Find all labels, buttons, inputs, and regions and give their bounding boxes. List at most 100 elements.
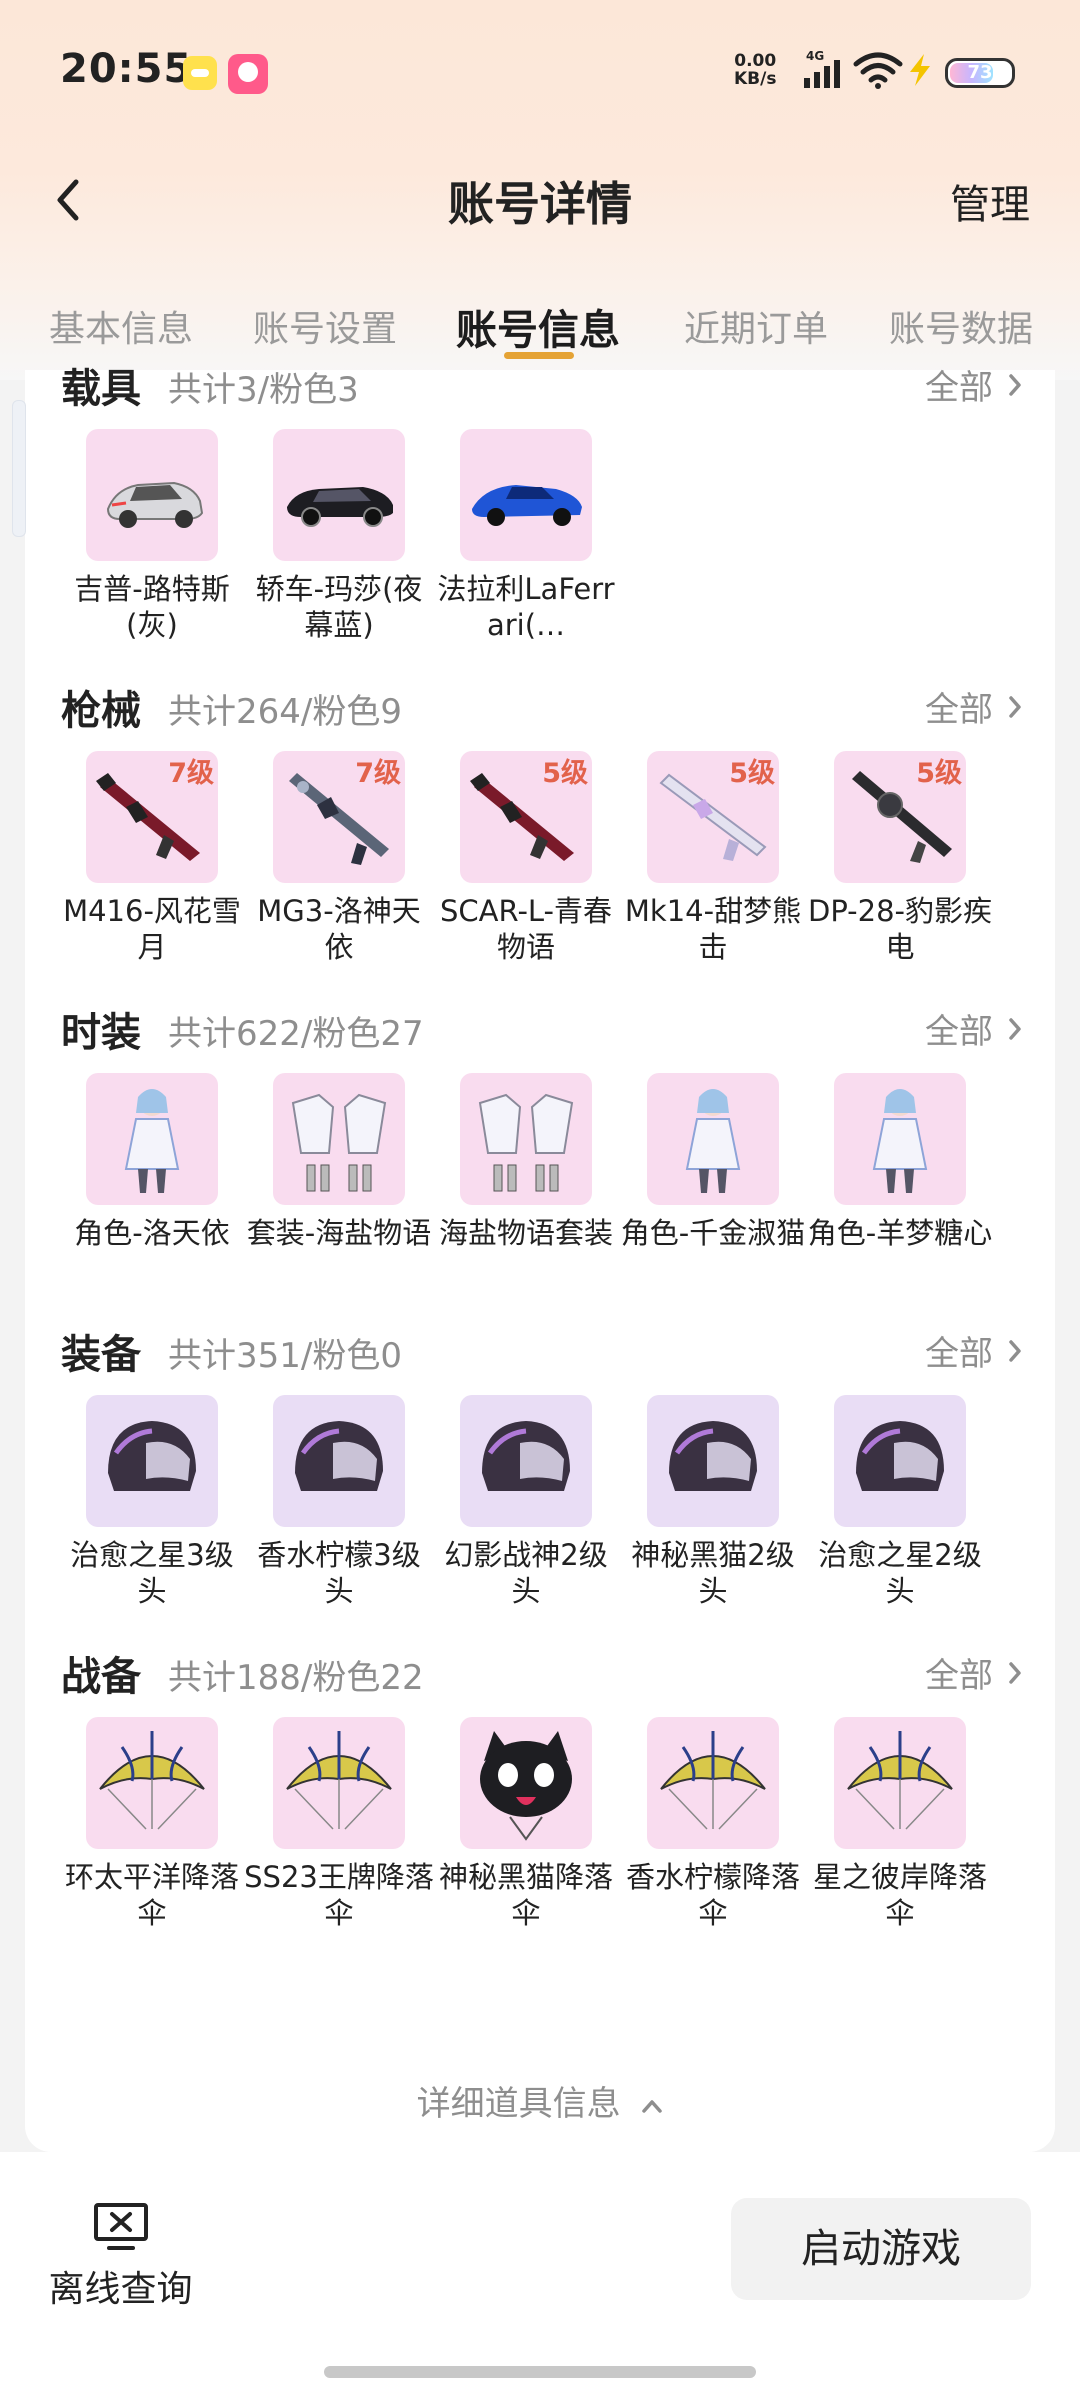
item-card[interactable]: 轿车-玛莎(夜幕蓝) [241, 429, 437, 643]
offline-query-button[interactable]: 离线查询 [48, 2202, 193, 2312]
tab-account-info[interactable]: 账号信息 [456, 296, 620, 356]
manage-button[interactable]: 管理 [950, 172, 1030, 230]
item-card[interactable]: 香水柠檬3级头 [241, 1395, 437, 1609]
item-card[interactable]: 幻影战神2级头 [428, 1395, 624, 1609]
item-card[interactable]: 香水柠檬降落伞 [615, 1717, 811, 1931]
item-card[interactable]: 角色-洛天依 [54, 1073, 250, 1251]
network-type: 4G [806, 49, 824, 63]
net-speed: 0.00 KB/s [734, 52, 776, 88]
item-thumbnail [273, 429, 405, 561]
item-level-badge: 7级 [355, 758, 401, 789]
item-card[interactable]: 5级 DP-28-豹影疾电 [802, 751, 998, 965]
item-thumbnail [86, 1073, 218, 1205]
section-count: 共计3/粉色3 [168, 370, 359, 410]
tab-basic-info[interactable]: 基本信息 [49, 300, 193, 352]
item-card[interactable]: 套装-海盐物语 [241, 1073, 437, 1251]
tab-recent-orders[interactable]: 近期订单 [684, 300, 828, 352]
item-label: 轿车-玛莎(夜幕蓝) [255, 572, 423, 642]
item-thumbnail: 5级 [460, 751, 592, 883]
item-label: 星之彼岸降落伞 [812, 1860, 987, 1930]
chevron-right-icon[interactable] [1006, 1338, 1024, 1364]
item-thumbnail [834, 1395, 966, 1527]
battery-level: 73 [967, 62, 993, 83]
item-thumbnail [460, 1717, 592, 1849]
item-thumbnail [834, 1073, 966, 1205]
net-speed-unit: KB/s [734, 69, 777, 89]
section-all-link[interactable]: 全部 [925, 1326, 993, 1375]
outfit-set-icon [478, 1093, 574, 1192]
item-level-badge: 5级 [916, 758, 962, 789]
item-label: 治愈之星2级头 [818, 1538, 982, 1608]
chevron-right-icon[interactable] [1006, 1660, 1024, 1686]
item-card[interactable]: 角色-羊梦糖心 [802, 1073, 998, 1251]
section-title: 枪械 [61, 688, 141, 734]
notification-app-icon-2 [228, 54, 268, 94]
item-card[interactable]: 7级 MG3-洛神天依 [241, 751, 437, 965]
helmet-icon [856, 1421, 944, 1491]
item-thumbnail [834, 1717, 966, 1849]
item-card[interactable]: 7级 M416-风花雪月 [54, 751, 250, 965]
parachute-icon [660, 1731, 766, 1830]
item-card[interactable]: SS23王牌降落伞 [241, 1717, 437, 1931]
section-all-link[interactable]: 全部 [925, 1004, 993, 1053]
item-card[interactable]: 5级 Mk14-甜梦熊击 [615, 751, 811, 965]
item-label: 神秘黑猫降落伞 [438, 1860, 613, 1930]
item-card[interactable]: 海盐物语套装 [428, 1073, 624, 1251]
item-label: DP-28-豹影疾电 [807, 894, 992, 964]
item-label: 海盐物语套装 [438, 1216, 613, 1250]
item-card[interactable]: 法拉利LaFerrari(… [428, 429, 624, 643]
item-label: 吉普-路特斯(灰) [74, 572, 230, 642]
item-card[interactable]: 星之彼岸降落伞 [802, 1717, 998, 1931]
section-all-link[interactable]: 全部 [925, 682, 993, 731]
cellular-signal-icon: 4G [804, 49, 840, 88]
section: 装备 共计351/粉色0 全部 治愈之星3级头 香水柠檬3级头 幻影战神2级头 神秘黑猫2级… [0, 1322, 1080, 1662]
item-card[interactable]: 神秘黑猫2级头 [615, 1395, 811, 1609]
item-label: 香水柠檬3级头 [257, 1538, 421, 1608]
gray-suv-icon [106, 481, 204, 528]
launch-game-button[interactable]: 启动游戏 [731, 2198, 1031, 2300]
chevron-right-icon[interactable] [1006, 1016, 1024, 1042]
item-card[interactable]: 治愈之星3级头 [54, 1395, 250, 1609]
item-label: SCAR-L-青春物语 [439, 894, 613, 964]
item-card[interactable]: 神秘黑猫降落伞 [428, 1717, 624, 1931]
chevron-right-icon[interactable] [1006, 694, 1024, 720]
item-card[interactable]: 治愈之星2级头 [802, 1395, 998, 1609]
item-label: 角色-千金淑猫 [620, 1216, 806, 1250]
detailed-items-label: 详细道具信息 [416, 2084, 621, 2124]
item-thumbnail: 5级 [834, 751, 966, 883]
parachute-icon [286, 1731, 392, 1830]
section-all-link[interactable]: 全部 [925, 360, 993, 409]
character-icon [685, 1089, 741, 1193]
item-thumbnail [460, 1073, 592, 1205]
section: 战备 共计188/粉色22 全部 环太平洋降落伞 SS23王牌降落伞 神秘黑猫降落伞 香水柠… [0, 1644, 1080, 1984]
section-title: 载具 [61, 366, 141, 412]
tab-account-settings[interactable]: 账号设置 [253, 300, 397, 352]
item-thumbnail [647, 1395, 779, 1527]
item-level-badge: 5级 [542, 758, 588, 789]
item-card[interactable]: 角色-千金淑猫 [615, 1073, 811, 1251]
item-card[interactable]: 5级 SCAR-L-青春物语 [428, 751, 624, 965]
cat-parachute-icon [480, 1731, 572, 1841]
item-thumbnail [86, 1395, 218, 1527]
item-label: 幻影战神2级头 [444, 1538, 608, 1608]
item-thumbnail [86, 1717, 218, 1849]
item-card[interactable]: 环太平洋降落伞 [54, 1717, 250, 1931]
section-all-link[interactable]: 全部 [925, 1648, 993, 1697]
item-label: 环太平洋降落伞 [64, 1860, 239, 1930]
offline-query-label: 离线查询 [48, 2269, 193, 2310]
item-label: SS23王牌降落伞 [244, 1860, 434, 1930]
item-thumbnail [273, 1717, 405, 1849]
chevron-right-icon[interactable] [1006, 372, 1024, 398]
detailed-items-toggle[interactable]: 详细道具信息 [0, 2076, 1080, 2125]
tab-account-data[interactable]: 账号数据 [889, 300, 1033, 352]
item-level-badge: 7级 [168, 758, 214, 789]
home-indicator[interactable] [324, 2366, 756, 2378]
helmet-icon [482, 1421, 570, 1491]
outfit-set-icon [291, 1093, 387, 1192]
item-card[interactable]: 吉普-路特斯(灰) [54, 429, 250, 643]
item-thumbnail [273, 1073, 405, 1205]
blue-supercar-icon [472, 485, 582, 526]
item-thumbnail [647, 1073, 779, 1205]
item-thumbnail [86, 429, 218, 561]
status-time: 20:55 [60, 46, 193, 92]
